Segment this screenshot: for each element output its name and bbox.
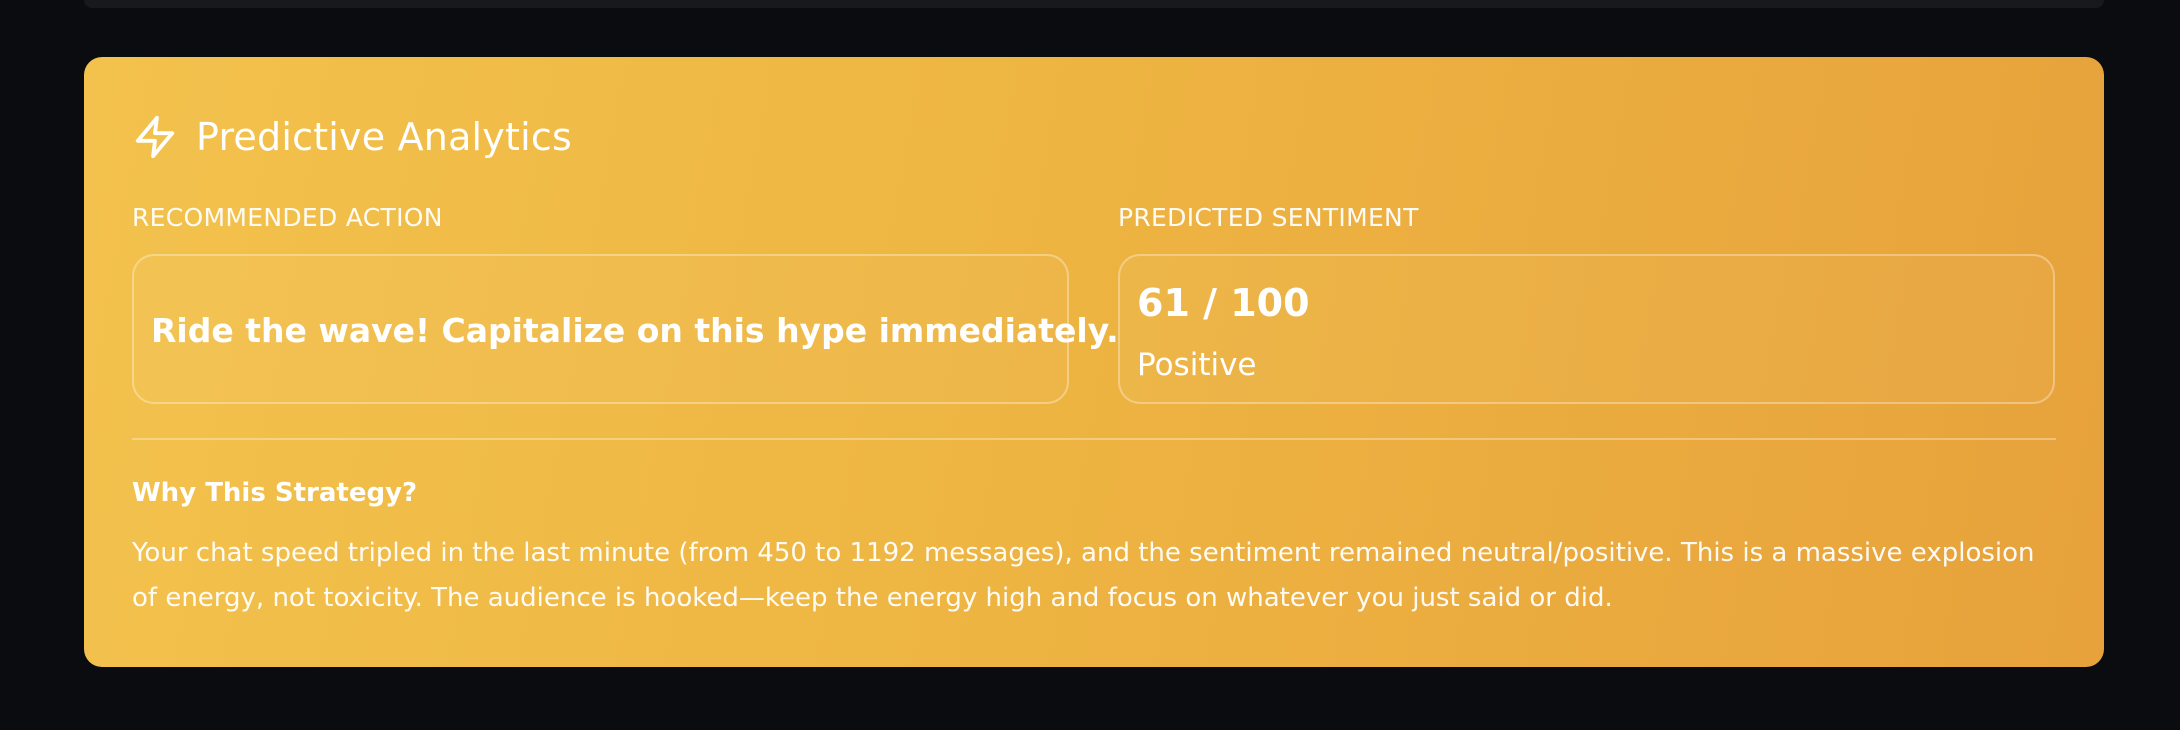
predicted-sentiment-label: PREDICTED SENTIMENT — [1118, 203, 1419, 232]
section-divider — [132, 438, 2056, 440]
sentiment-score: 61 / 100 — [1137, 281, 1310, 325]
strategy-explanation: Your chat speed tripled in the last minu… — [132, 538, 2035, 613]
recommended-action-label: RECOMMENDED ACTION — [132, 203, 443, 232]
card-title: Predictive Analytics — [196, 115, 572, 159]
predictive-analytics-card: Predictive Analytics RECOMMENDED ACTION … — [84, 57, 2104, 667]
recommended-action-box: Ride the wave! Capitalize on this hype i… — [132, 254, 1119, 404]
lightning-bolt-icon — [132, 112, 178, 162]
predicted-sentiment-box: 61 / 100 Positive — [1118, 254, 2055, 404]
previous-panel-edge — [84, 0, 2104, 8]
recommended-action-text: Ride the wave! Capitalize on this hype i… — [151, 311, 1119, 350]
card-header: Predictive Analytics — [132, 109, 572, 165]
strategy-heading: Why This Strategy? — [132, 478, 418, 508]
sentiment-value: Positive — [1137, 347, 1257, 383]
